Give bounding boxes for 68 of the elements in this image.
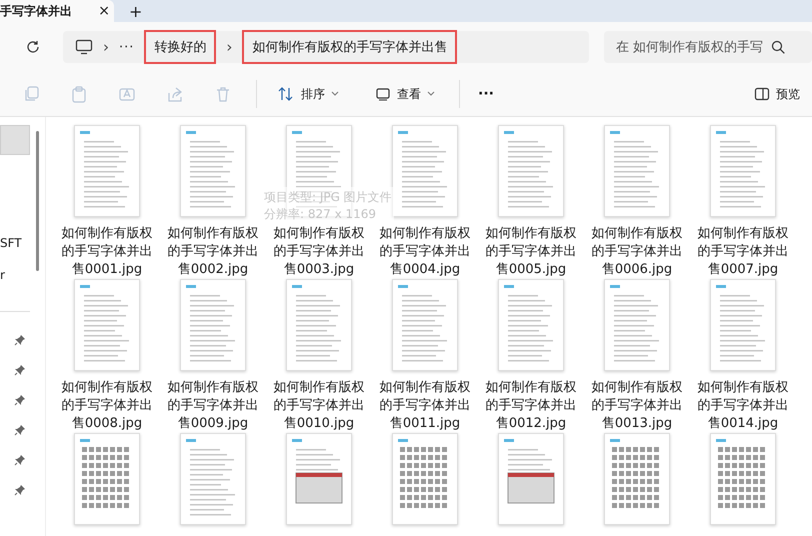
- caret-icon: [427, 91, 435, 97]
- view-button[interactable]: 查看: [369, 82, 441, 106]
- document-thumbnail[interactable]: [498, 125, 564, 217]
- breadcrumb[interactable]: 如何制作有版权的手写字体并出售: [242, 30, 458, 64]
- document-thumbnail[interactable]: [604, 433, 670, 525]
- computer-icon: [75, 39, 93, 55]
- document-thumbnail[interactable]: [710, 279, 776, 371]
- pin-icon: [14, 394, 26, 406]
- pin-icon: [14, 334, 26, 346]
- document-thumbnail[interactable]: [180, 279, 246, 371]
- file-name[interactable]: 如何制作有版权的手写字体并出售0001.jpg: [57, 225, 157, 279]
- document-thumbnail[interactable]: [710, 125, 776, 217]
- document-thumbnail[interactable]: [286, 279, 352, 371]
- file-name[interactable]: 如何制作有版权的手写字体并出售0009.jpg: [163, 379, 263, 433]
- file-name[interactable]: 如何制作有版权的手写字体并出售0007.jpg: [693, 225, 793, 279]
- file-name[interactable]: 如何制作有版权的手写字体并出售0013.jpg: [587, 379, 687, 433]
- caret-icon: [331, 91, 339, 97]
- document-thumbnail[interactable]: [74, 125, 140, 217]
- file-name[interactable]: 如何制作有版权的手写字体并出售0002.jpg: [163, 225, 263, 279]
- close-tab-button[interactable]: ×: [98, 3, 110, 19]
- address-bar[interactable]: › ··· 转换好的 › 如何制作有版权的手写字体并出售: [63, 31, 589, 63]
- document-thumbnail[interactable]: [498, 279, 564, 371]
- sort-icon: [277, 86, 295, 102]
- new-tab-button[interactable]: +: [129, 0, 142, 22]
- file-name[interactable]: 如何制作有版权的手写字体并出售0010.jpg: [269, 379, 369, 433]
- document-thumbnail[interactable]: [180, 125, 246, 217]
- sidebar-item[interactable]: SFT: [0, 229, 30, 257]
- file-name[interactable]: 如何制作有版权的手写字体并出售0012.jpg: [481, 379, 581, 433]
- pin-icon: [14, 454, 26, 466]
- refresh-icon[interactable]: [25, 39, 41, 55]
- search-icon: [771, 40, 786, 54]
- more-options-button[interactable]: ···: [478, 86, 494, 102]
- chevron-icon: ›: [226, 38, 232, 56]
- chevron-icon: ›: [103, 38, 109, 56]
- document-thumbnail[interactable]: [392, 125, 458, 217]
- file-name[interactable]: 如何制作有版权的手写字体并出售0003.jpg: [269, 225, 369, 279]
- tab-title: 手写字体并出: [0, 2, 72, 20]
- pin-icon: [14, 424, 26, 436]
- breadcrumb[interactable]: 转换好的: [144, 30, 216, 64]
- file-name[interactable]: 如何制作有版权的手写字体并出售0006.jpg: [587, 225, 687, 279]
- preview-pane-icon: [754, 87, 770, 101]
- document-thumbnail[interactable]: [180, 433, 246, 525]
- more-locations-button[interactable]: ···: [119, 40, 134, 54]
- pin-icon: [14, 484, 26, 496]
- tooltip-text: 项目类型: JPG 图片文件: [264, 189, 392, 206]
- file-name[interactable]: 如何制作有版权的手写字体并出售0011.jpg: [375, 379, 475, 433]
- preview-button[interactable]: 预览: [748, 82, 806, 106]
- document-thumbnail[interactable]: [74, 279, 140, 371]
- document-thumbnail[interactable]: [710, 433, 776, 525]
- document-thumbnail[interactable]: [498, 433, 564, 525]
- document-thumbnail[interactable]: [604, 279, 670, 371]
- pin-icon: [14, 364, 26, 376]
- sort-button[interactable]: 排序: [271, 82, 345, 106]
- file-name[interactable]: 如何制作有版权的手写字体并出售0014.jpg: [693, 379, 793, 433]
- document-thumbnail[interactable]: [74, 433, 140, 525]
- document-thumbnail[interactable]: [604, 125, 670, 217]
- file-name[interactable]: 如何制作有版权的手写字体并出售0008.jpg: [57, 379, 157, 433]
- search-field[interactable]: 在 如何制作有版权的手写: [604, 31, 812, 63]
- file-name[interactable]: 如何制作有版权的手写字体并出售0004.jpg: [375, 225, 475, 279]
- browser-tab[interactable]: 手写字体并出 ×: [0, 0, 114, 22]
- tooltip-text: 分辨率: 827 x 1169: [264, 206, 378, 223]
- document-thumbnail[interactable]: [392, 433, 458, 525]
- sidebar-item[interactable]: r: [0, 261, 30, 289]
- file-name[interactable]: 如何制作有版权的手写字体并出售0005.jpg: [481, 225, 581, 279]
- sidebar-item[interactable]: [0, 125, 30, 155]
- view-icon: [375, 87, 391, 101]
- document-thumbnail[interactable]: [392, 279, 458, 371]
- document-thumbnail[interactable]: [286, 433, 352, 525]
